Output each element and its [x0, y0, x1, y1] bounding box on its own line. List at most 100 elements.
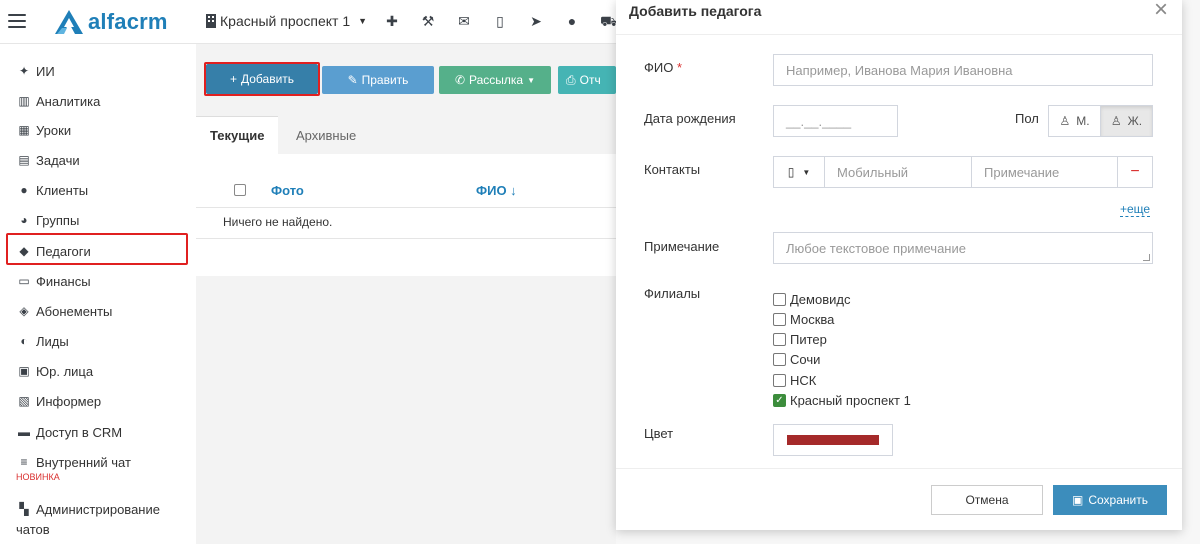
male-icon: ♙ — [1059, 114, 1071, 128]
mailing-button[interactable]: ✆ Рассылка ▼ — [439, 66, 551, 94]
checkbox-checked[interactable]: ✓ — [773, 393, 786, 407]
sidebar-item-label: Аналитика — [36, 93, 101, 109]
sidebar-item-label: Внутренний чат — [36, 454, 131, 470]
add-button-highlight-box — [204, 62, 320, 96]
money-icon: ▭ — [18, 274, 30, 288]
sidebar-item-leads[interactable]: ◐ Лиды — [16, 329, 68, 353]
sidebar-item-tasks[interactable]: ▤ Задачи — [16, 148, 80, 172]
cancel-button[interactable]: Отмена — [931, 485, 1043, 515]
sidebar-item-label: Доступ в CRM — [36, 424, 123, 440]
mobile-icon[interactable]: ▯ — [492, 13, 508, 32]
gender-female-button[interactable]: ♙ Ж. — [1100, 106, 1152, 136]
tab-current[interactable]: Текущие — [196, 116, 279, 154]
sidebar-item-ai[interactable]: ✦ ИИ — [16, 59, 55, 83]
user-plus-icon: ◐ — [20, 334, 28, 348]
building-icon — [206, 14, 216, 28]
color-label: Цвет — [644, 426, 674, 441]
wrench-icon[interactable]: ⚒ — [420, 13, 436, 32]
branch-checkbox-item[interactable]: ✓ Красный проспект 1 — [773, 391, 911, 409]
sidebar-item-analytics[interactable]: ▥ Аналитика — [16, 89, 100, 113]
save-button[interactable]: ▣ Сохранить — [1053, 485, 1167, 515]
caret-down-icon: ▼ — [358, 16, 368, 26]
mobile-icon: ▯ — [787, 165, 795, 179]
new-badge: новинка — [16, 472, 60, 482]
tab-archived[interactable]: Архивные — [282, 116, 370, 154]
tag-icon: ◈ — [19, 304, 29, 318]
select-all-checkbox[interactable] — [234, 184, 246, 196]
sidebar-item-lessons[interactable]: ▦ Уроки — [16, 118, 71, 142]
branch-label: Питер — [790, 331, 827, 347]
comment-textarea[interactable]: Любое текстовое примечание — [773, 232, 1153, 264]
sidebar-item-internal-chat[interactable]: ≡ Внутренний чат — [16, 450, 131, 474]
sidebar-item-crm-access[interactable]: ▬ Доступ в CRM — [16, 420, 122, 444]
branch-label: НСК — [790, 372, 817, 388]
checkbox[interactable] — [773, 352, 786, 366]
sidebar-item-subscriptions[interactable]: ◈ Абонементы — [16, 299, 112, 323]
branch-checkbox-item[interactable]: Демовидс — [773, 290, 850, 308]
sidebar-item-clients[interactable]: ● Клиенты — [16, 178, 88, 202]
branch-checkbox-item[interactable]: Москва — [773, 310, 834, 328]
cart-icon[interactable]: ⛟ — [600, 13, 618, 32]
comment-placeholder: Любое текстовое примечание — [786, 241, 966, 256]
column-fio[interactable]: ФИО ↓ — [476, 183, 517, 198]
checkbox[interactable] — [773, 373, 786, 387]
mailing-button-label: Рассылка — [469, 73, 524, 87]
checkbox[interactable] — [773, 292, 786, 306]
female-icon: ♙ — [1110, 114, 1122, 128]
telegram-icon[interactable]: ➤ — [528, 13, 544, 32]
sidebar-item-label: Уроки — [36, 122, 72, 138]
close-icon[interactable]: × — [1154, 0, 1168, 22]
color-picker[interactable] — [773, 424, 893, 456]
sidebar-item-label: Задачи — [36, 152, 80, 168]
sidebar-item-chat-admin-sub[interactable]: чатов — [16, 517, 50, 541]
checkbox[interactable] — [773, 332, 786, 346]
sidebar-item-label: Администрирование — [36, 501, 160, 517]
sidebar-item-finance[interactable]: ▭ Финансы — [16, 269, 91, 293]
logo-icon — [55, 10, 83, 34]
sidebar-item-groups[interactable]: ◕ Группы — [16, 208, 79, 232]
sidebar-item-label: чатов — [16, 521, 50, 537]
fio-input[interactable]: Например, Иванова Мария Ивановна — [773, 54, 1153, 86]
resize-grip-icon[interactable] — [1143, 254, 1150, 261]
table-header: Фото ФИО ↓ — [196, 174, 616, 208]
circle-icon[interactable]: ● — [564, 13, 580, 32]
caret-down-icon: ▼ — [802, 167, 811, 177]
envelope-icon[interactable]: ✉ — [456, 13, 472, 32]
branch-name: Красный проспект 1 — [220, 13, 351, 29]
column-photo[interactable]: Фото — [271, 183, 304, 198]
briefcase-icon: ▣ — [18, 364, 30, 378]
branch-label: Москва — [790, 311, 835, 327]
remove-contact-button[interactable]: − — [1117, 156, 1153, 188]
required-marker: * — [676, 60, 683, 75]
branch-checkbox-item[interactable]: НСК — [773, 371, 816, 389]
mobile-input[interactable]: Мобильный — [824, 156, 972, 188]
tabs: Текущие Архивные — [196, 116, 616, 154]
chat-icon: ≡ — [20, 455, 28, 469]
report-button[interactable]: ⎙ Отч — [558, 66, 616, 94]
contact-type-select[interactable]: ▯ ▼ — [773, 156, 825, 188]
gender-female-label: Ж. — [1127, 114, 1143, 128]
birth-date-input[interactable]: __.__.____ — [773, 105, 898, 137]
hamburger-menu-icon[interactable] — [8, 14, 26, 28]
gender-male-button[interactable]: ♙ М. — [1049, 106, 1100, 136]
divider — [616, 468, 1182, 469]
sidebar-item-legal-entities[interactable]: ▣ Юр. лица — [16, 359, 93, 383]
logo[interactable]: alfacrm — [54, 8, 168, 36]
edit-button[interactable]: ✎ Править — [322, 66, 434, 94]
calendar-icon: ▦ — [18, 123, 30, 137]
branch-selector[interactable]: Красный проспект 1 ▼ — [206, 13, 367, 29]
sidebar-item-label: Юр. лица — [36, 363, 94, 379]
columns-icon: ▥ — [18, 94, 30, 108]
sidebar-item-informer[interactable]: ▧ Информер — [16, 389, 101, 413]
plus-icon[interactable]: ✚ — [384, 13, 400, 32]
sidebar-item-label: Абонементы — [36, 303, 113, 319]
teachers-highlight-box — [6, 233, 188, 265]
gender-male-label: М. — [1076, 114, 1090, 128]
branch-label: Сочи — [790, 351, 821, 367]
sidebar-item-label: Финансы — [36, 273, 91, 289]
contact-note-input[interactable]: Примечание — [971, 156, 1118, 188]
add-more-contacts-link[interactable]: +еще — [1120, 202, 1151, 217]
branch-checkbox-item[interactable]: Сочи — [773, 350, 820, 368]
branch-checkbox-item[interactable]: Питер — [773, 330, 827, 348]
checkbox[interactable] — [773, 312, 786, 326]
